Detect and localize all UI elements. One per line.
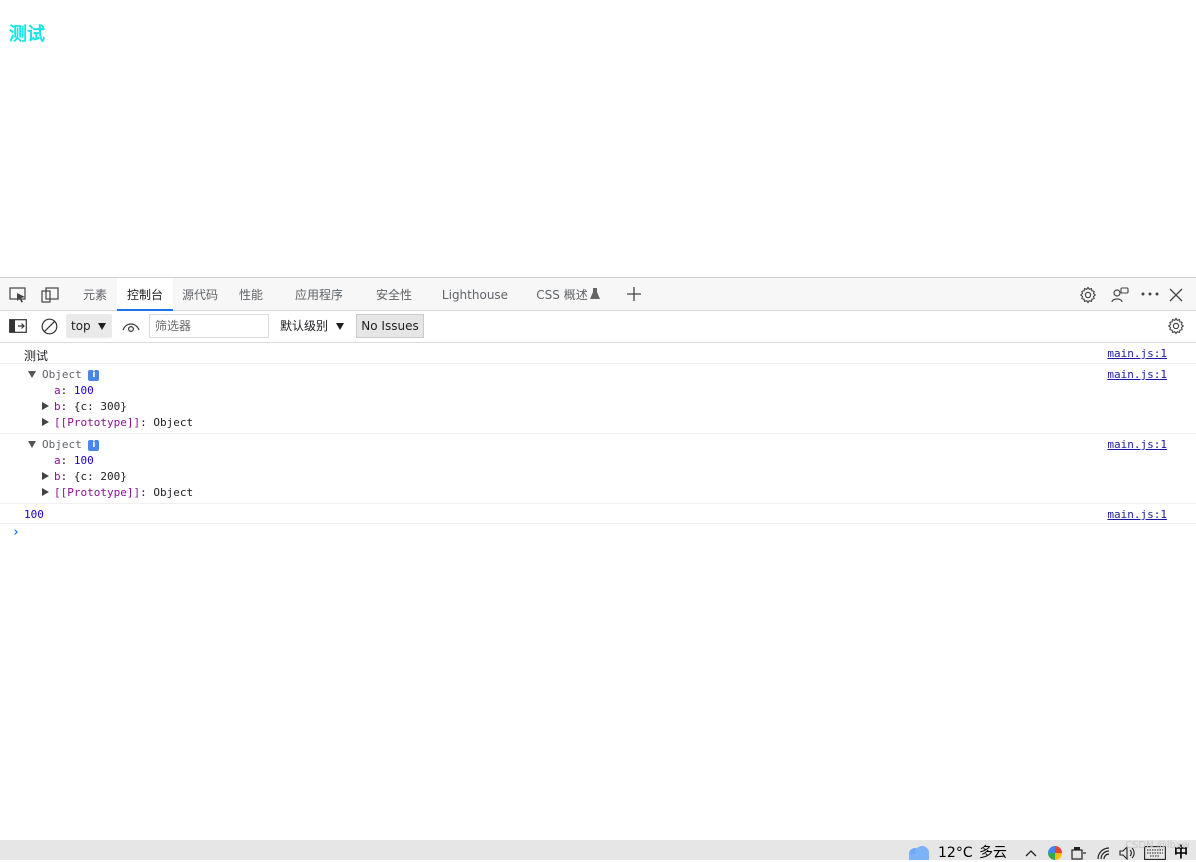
console-message: 测试 main.js:1 bbox=[0, 343, 1196, 364]
chevron-down-icon bbox=[98, 323, 106, 330]
object-label: Object bbox=[42, 368, 82, 381]
chevron-down-icon bbox=[336, 323, 344, 330]
console-output: 测试 main.js:1 Object i a: 100 b: {c: 300}… bbox=[0, 343, 1196, 544]
tab-performance[interactable]: 性能 bbox=[234, 278, 268, 310]
object-header[interactable]: Object i bbox=[42, 438, 100, 451]
log-number: 100 bbox=[24, 508, 44, 521]
show-sidebar-icon[interactable] bbox=[9, 319, 27, 333]
tab-elements[interactable]: 元素 bbox=[77, 278, 113, 310]
expand-triangle-icon[interactable] bbox=[42, 472, 49, 480]
add-tab-icon[interactable] bbox=[626, 286, 642, 302]
settings-gear-icon[interactable] bbox=[1079, 286, 1097, 304]
device-toolbar-icon[interactable] bbox=[41, 287, 59, 303]
inspect-element-icon[interactable] bbox=[9, 287, 27, 303]
console-message: 100 main.js:1 bbox=[0, 504, 1196, 524]
filter-input[interactable] bbox=[149, 314, 269, 338]
source-link[interactable]: main.js:1 bbox=[1107, 347, 1167, 360]
expand-triangle-icon[interactable] bbox=[42, 488, 49, 496]
source-link[interactable]: main.js:1 bbox=[1107, 438, 1167, 451]
object-header[interactable]: Object i bbox=[42, 368, 100, 381]
property-row: a: 100 bbox=[54, 454, 94, 467]
issues-button[interactable]: No Issues bbox=[356, 314, 424, 338]
object-label: Object bbox=[42, 438, 82, 451]
tab-css-overview[interactable]: CSS 概述 bbox=[534, 278, 590, 310]
expand-triangle-icon[interactable] bbox=[42, 402, 49, 410]
property-row[interactable]: [[Prototype]]: Object bbox=[54, 416, 193, 429]
log-text: 测试 bbox=[24, 349, 49, 363]
collapse-triangle-icon[interactable] bbox=[28, 441, 36, 448]
property-row[interactable]: b: {c: 200} bbox=[54, 470, 127, 483]
console-message: Object i a: 100 b: {c: 200} [[Prototype]… bbox=[0, 434, 1196, 504]
experiment-flask-icon bbox=[590, 288, 600, 300]
log-levels-label: 默认级别 bbox=[280, 319, 329, 333]
weather-cloud-icon bbox=[906, 845, 932, 860]
log-levels-dropdown[interactable]: 默认级别 bbox=[280, 314, 344, 338]
console-message: Object i a: 100 b: {c: 300} [[Prototype]… bbox=[0, 364, 1196, 434]
console-toolbar: top 默认级别 No Issues bbox=[0, 311, 1196, 343]
console-prompt-row[interactable]: › bbox=[0, 524, 1196, 544]
property-row[interactable]: b: {c: 300} bbox=[54, 400, 127, 413]
context-selector-value: top bbox=[71, 319, 91, 333]
wifi-icon[interactable] bbox=[1097, 847, 1111, 860]
devtools-panel: 元素 控制台 源代码 性能 应用程序 安全性 Lighthouse CSS 概述 bbox=[0, 277, 1196, 841]
context-selector[interactable]: top bbox=[66, 314, 112, 338]
expand-triangle-icon[interactable] bbox=[42, 418, 49, 426]
watermark-text: CSDN @lbxw bbox=[1125, 840, 1190, 851]
chevron-up-icon[interactable] bbox=[1025, 849, 1037, 857]
info-icon[interactable]: i bbox=[88, 370, 100, 381]
tab-console[interactable]: 控制台 bbox=[117, 278, 173, 311]
page-heading: 测试 bbox=[9, 24, 45, 45]
weather-description: 多云 bbox=[979, 845, 1007, 861]
console-settings-gear-icon[interactable] bbox=[1167, 317, 1185, 335]
devtools-tabbar: 元素 控制台 源代码 性能 应用程序 安全性 Lighthouse CSS 概述 bbox=[0, 278, 1196, 311]
tab-sources[interactable]: 源代码 bbox=[178, 278, 222, 310]
source-link[interactable]: main.js:1 bbox=[1107, 508, 1167, 521]
prompt-chevron-icon: › bbox=[12, 525, 20, 540]
tab-lighthouse[interactable]: Lighthouse bbox=[440, 278, 510, 310]
close-devtools-icon[interactable] bbox=[1169, 288, 1183, 302]
source-link[interactable]: main.js:1 bbox=[1107, 368, 1167, 381]
clear-console-icon[interactable] bbox=[41, 318, 58, 335]
feedback-user-icon[interactable] bbox=[1111, 286, 1129, 304]
app-tray-icon[interactable] bbox=[1047, 846, 1063, 860]
more-options-icon[interactable] bbox=[1141, 292, 1159, 296]
property-row: a: 100 bbox=[54, 384, 94, 397]
tab-security[interactable]: 安全性 bbox=[370, 278, 418, 310]
weather-temperature: 12°C bbox=[938, 845, 973, 861]
live-expression-eye-icon[interactable] bbox=[122, 321, 140, 333]
tab-application[interactable]: 应用程序 bbox=[290, 278, 348, 310]
system-taskbar: 12°C 多云 中 CSDN @lbxw bbox=[0, 840, 1196, 861]
property-row[interactable]: [[Prototype]]: Object bbox=[54, 486, 193, 499]
info-icon[interactable]: i bbox=[88, 440, 100, 451]
collapse-triangle-icon[interactable] bbox=[28, 371, 36, 378]
battery-icon[interactable] bbox=[1071, 847, 1087, 860]
